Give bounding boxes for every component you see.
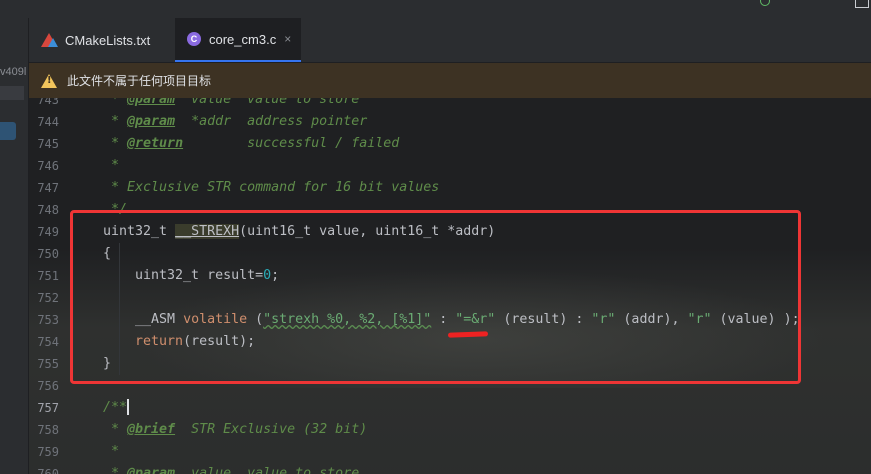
code-line: * Exclusive STR command for 16 bit value…	[103, 180, 440, 195]
line-number: 759	[37, 445, 59, 459]
line-number: 746	[37, 159, 59, 173]
line-number: 743	[37, 98, 59, 107]
line-number-gutter[interactable]: 743 744 745 746 747 748 749 750 751 752 …	[29, 98, 73, 474]
line-number: 758	[37, 423, 59, 437]
tab-core-cm3[interactable]: C core_cm3.c ×	[175, 18, 301, 62]
code-line-current: /**	[103, 399, 130, 415]
line-number: 753	[37, 313, 59, 327]
line-number: 748	[37, 203, 59, 217]
line-number: 747	[37, 181, 59, 195]
close-icon[interactable]: ×	[284, 32, 291, 46]
project-tree-selected-row[interactable]	[0, 122, 16, 140]
code-line: *	[103, 444, 120, 459]
c-file-icon: C	[187, 32, 201, 46]
code-line: * @param value value to store	[103, 98, 360, 107]
code-line: * @return successful / failed	[103, 136, 400, 151]
code-line: * @param value value to store	[103, 466, 360, 474]
line-number: 760	[37, 467, 59, 474]
line-number: 752	[37, 291, 59, 305]
run-config-label[interactable]	[708, 0, 718, 8]
banner-message: 此文件不属于任何项目目标	[67, 74, 212, 88]
tab-label: core_cm3.c	[209, 31, 277, 47]
line-number: 751	[37, 269, 59, 283]
line-number: 744	[37, 115, 59, 129]
tab-cmakelists[interactable]: CMakeLists.txt	[37, 18, 167, 62]
code-line: * @brief STR Exclusive (32 bit)	[103, 422, 368, 437]
text-caret	[127, 399, 130, 415]
warning-icon	[41, 73, 57, 88]
vcs-branch-icon[interactable]	[760, 0, 770, 6]
line-number: 745	[37, 137, 59, 151]
tab-label: CMakeLists.txt	[65, 32, 151, 48]
project-tool-window: v409l	[0, 18, 29, 474]
project-root-label[interactable]: v409l	[0, 66, 26, 78]
project-tree-row[interactable]	[0, 86, 24, 100]
editor-tab-bar: CMakeLists.txt C core_cm3.c ×	[29, 18, 871, 63]
line-number-current: 757	[37, 401, 59, 415]
vcs-branch-label[interactable]	[778, 0, 785, 8]
cmake-icon	[41, 33, 58, 47]
title-bar	[0, 0, 871, 18]
line-number: 750	[37, 247, 59, 261]
window-restore-icon[interactable]	[855, 0, 869, 8]
line-number: 756	[37, 379, 59, 393]
line-number: 749	[37, 225, 59, 239]
code-line: *	[103, 158, 120, 173]
code-line: * @param *addr address pointer	[103, 114, 368, 129]
line-number: 754	[37, 335, 59, 349]
annotation-highlight-box	[70, 210, 801, 384]
file-not-in-project-banner: 此文件不属于任何项目目标	[29, 63, 871, 98]
line-number: 755	[37, 357, 59, 371]
